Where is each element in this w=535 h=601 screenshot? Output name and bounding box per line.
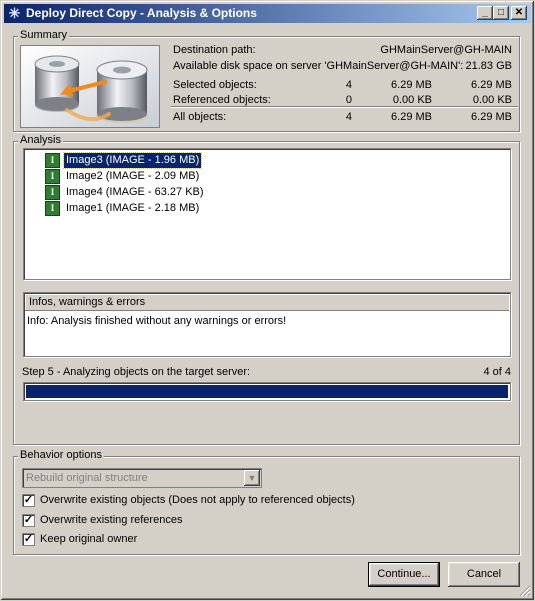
keep-owner-label: Keep original owner (40, 533, 138, 545)
tree-item-label: Image1 (IMAGE - 2.18 MB) (66, 202, 200, 214)
all-objects-total: 6.29 MB (471, 111, 512, 123)
selected-objects-total: 6.29 MB (471, 79, 512, 91)
referenced-objects-total: 0.00 KB (472, 94, 512, 106)
referenced-objects-label: Referenced objects: (173, 94, 271, 106)
behavior-options-label: Behavior options (18, 449, 104, 461)
cancel-button[interactable]: Cancel (448, 562, 520, 587)
dropdown-value: Rebuild original structure (26, 472, 148, 484)
tree-item-label: Image4 (IMAGE - 63.27 KB) (66, 186, 204, 198)
summary-label: Summary (18, 29, 70, 41)
all-objects-label: All objects: (173, 111, 227, 123)
analysis-object-tree[interactable]: I Image3 (IMAGE - 1.96 MB) I Image2 (IMA… (23, 148, 511, 280)
structure-dropdown[interactable]: Rebuild original structure ▼ (22, 468, 262, 488)
image-object-icon: I (45, 185, 60, 200)
summary-group: Summary Destination path: GHMainServer@G… (13, 29, 520, 132)
app-icon: ✳ (8, 5, 21, 21)
summary-divider (171, 106, 518, 108)
resize-grip-icon[interactable] (519, 585, 531, 597)
messages-text: Info: Analysis finished without any warn… (27, 315, 287, 327)
image-object-icon: I (45, 169, 60, 184)
selected-objects-count: 4 (345, 79, 352, 91)
maximize-button[interactable]: □ (493, 6, 509, 20)
chevron-down-icon[interactable]: ▼ (244, 470, 260, 486)
overwrite-objects-checkbox[interactable]: ✓ (22, 494, 35, 507)
selected-objects-size: 6.29 MB (391, 79, 432, 91)
dialog-window: ✳ Deploy Direct Copy - Analysis & Option… (0, 0, 535, 601)
messages-panel[interactable]: Infos, warnings & errors Info: Analysis … (23, 292, 511, 357)
step-label: Step 5 - Analyzing objects on the target… (22, 366, 251, 378)
continue-button[interactable]: Continue... (368, 562, 440, 587)
disk-space-label: Available disk space on server 'GHMainSe… (173, 60, 464, 72)
analysis-group: Analysis I Image3 (IMAGE - 1.96 MB) I Im… (13, 134, 520, 445)
destination-label: Destination path: (173, 44, 256, 56)
destination-value: GHMainServer@GH-MAIN (380, 44, 512, 56)
overwrite-references-label: Overwrite existing references (40, 514, 183, 526)
image-object-icon: I (45, 201, 60, 216)
referenced-objects-size: 0.00 KB (392, 94, 432, 106)
step-count: 4 of 4 (483, 366, 511, 378)
progress-fill (26, 385, 508, 398)
disk-space-value: 21.83 GB (465, 60, 512, 72)
all-objects-count: 4 (345, 111, 352, 123)
tree-item-label: Image2 (IMAGE - 2.09 MB) (66, 170, 200, 182)
messages-header: Infos, warnings & errors (25, 294, 509, 311)
minimize-button[interactable]: _ (477, 6, 493, 20)
analysis-label: Analysis (18, 134, 63, 146)
selected-objects-label: Selected objects: (173, 79, 257, 91)
image-object-icon: I (45, 153, 60, 168)
close-button[interactable]: ✕ (511, 6, 527, 20)
all-objects-size: 6.29 MB (391, 111, 432, 123)
progress-bar (23, 382, 511, 401)
overwrite-references-checkbox[interactable]: ✓ (22, 514, 35, 527)
tree-item-label: Image3 (IMAGE - 1.96 MB) (62, 152, 203, 169)
title-bar[interactable]: ✳ Deploy Direct Copy - Analysis & Option… (4, 4, 531, 23)
server-transfer-illustration (20, 45, 160, 128)
window-title: Deploy Direct Copy - Analysis & Options (26, 6, 257, 20)
referenced-objects-count: 0 (345, 94, 352, 106)
keep-owner-checkbox[interactable]: ✓ (22, 533, 35, 546)
overwrite-objects-label: Overwrite existing objects (Does not app… (40, 494, 355, 506)
